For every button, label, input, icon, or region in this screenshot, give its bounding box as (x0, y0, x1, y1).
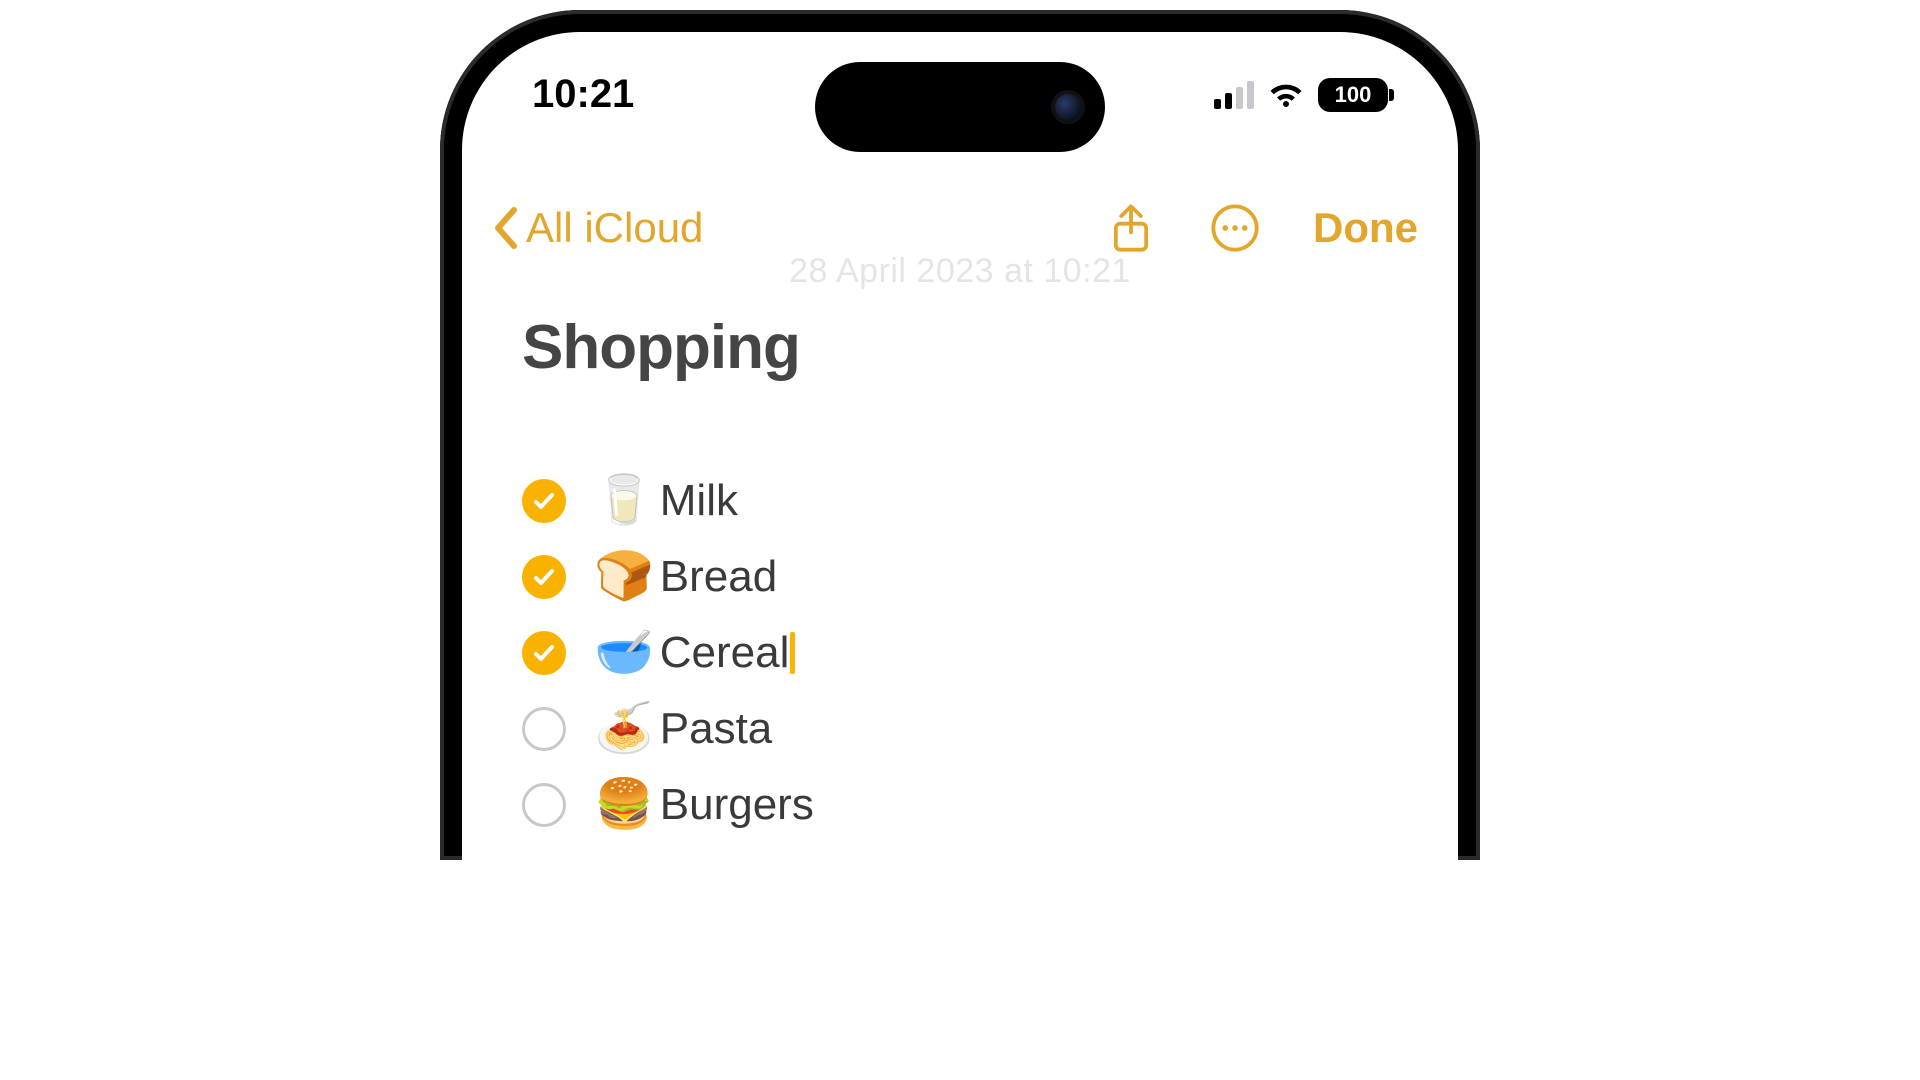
screen: 10:21 100 (462, 32, 1458, 860)
back-label: All iCloud (526, 204, 703, 252)
checklist-item[interactable]: 🥛Milk (522, 463, 1398, 539)
item-emoji: 🍞 (594, 553, 654, 601)
item-text: Pasta (660, 704, 773, 754)
item-text: Bread (660, 552, 777, 602)
item-emoji: 🍝 (594, 705, 654, 753)
item-text: Burgers (660, 780, 814, 830)
checklist-item-label[interactable]: 🥛Milk (594, 476, 738, 526)
checkbox-checked-icon[interactable] (522, 479, 566, 523)
status-time: 10:21 (532, 72, 634, 117)
checkbox-unchecked-icon[interactable] (522, 707, 566, 751)
nav-bar: All iCloud (462, 202, 1458, 254)
battery-indicator: 100 (1318, 78, 1388, 112)
battery-level: 100 (1335, 82, 1372, 108)
status-bar: 10:21 100 (462, 72, 1458, 117)
note-title[interactable]: Shopping (522, 312, 1398, 383)
share-icon (1105, 202, 1157, 254)
checklist-item[interactable]: 🍞Bread (522, 539, 1398, 615)
item-emoji: 🥣 (594, 629, 654, 677)
checklist-item[interactable]: 🍔Burgers (522, 767, 1398, 843)
checkbox-checked-icon[interactable] (522, 555, 566, 599)
checklist-item-label[interactable]: 🥣Cereal (594, 628, 789, 678)
more-button[interactable] (1209, 202, 1261, 254)
note-content[interactable]: Shopping 🥛Milk🍞Bread🥣Cereal🍝Pasta🍔Burger… (522, 312, 1398, 843)
checklist-item-label[interactable]: 🍔Burgers (594, 780, 814, 830)
wifi-icon (1268, 81, 1304, 109)
checklist-item-label[interactable]: 🍞Bread (594, 552, 777, 602)
item-emoji: 🍔 (594, 781, 654, 829)
item-text: Milk (660, 476, 738, 526)
checklist-item[interactable]: 🍝Pasta (522, 691, 1398, 767)
ellipsis-circle-icon (1209, 202, 1261, 254)
checkbox-unchecked-icon[interactable] (522, 783, 566, 827)
checklist[interactable]: 🥛Milk🍞Bread🥣Cereal🍝Pasta🍔Burgers (522, 463, 1398, 843)
phone-frame: 10:21 100 (440, 10, 1480, 860)
share-button[interactable] (1105, 202, 1157, 254)
item-text: Cereal (660, 628, 790, 678)
item-emoji: 🥛 (594, 477, 654, 525)
note-timestamp: 28 April 2023 at 10:21 (462, 252, 1458, 291)
text-cursor (790, 632, 795, 674)
checklist-item[interactable]: 🥣Cereal (522, 615, 1398, 691)
chevron-left-icon (492, 206, 520, 250)
done-button[interactable]: Done (1313, 204, 1418, 252)
checkbox-checked-icon[interactable] (522, 631, 566, 675)
checklist-item-label[interactable]: 🍝Pasta (594, 704, 772, 754)
back-button[interactable]: All iCloud (492, 204, 703, 252)
cellular-signal-icon (1214, 81, 1254, 109)
